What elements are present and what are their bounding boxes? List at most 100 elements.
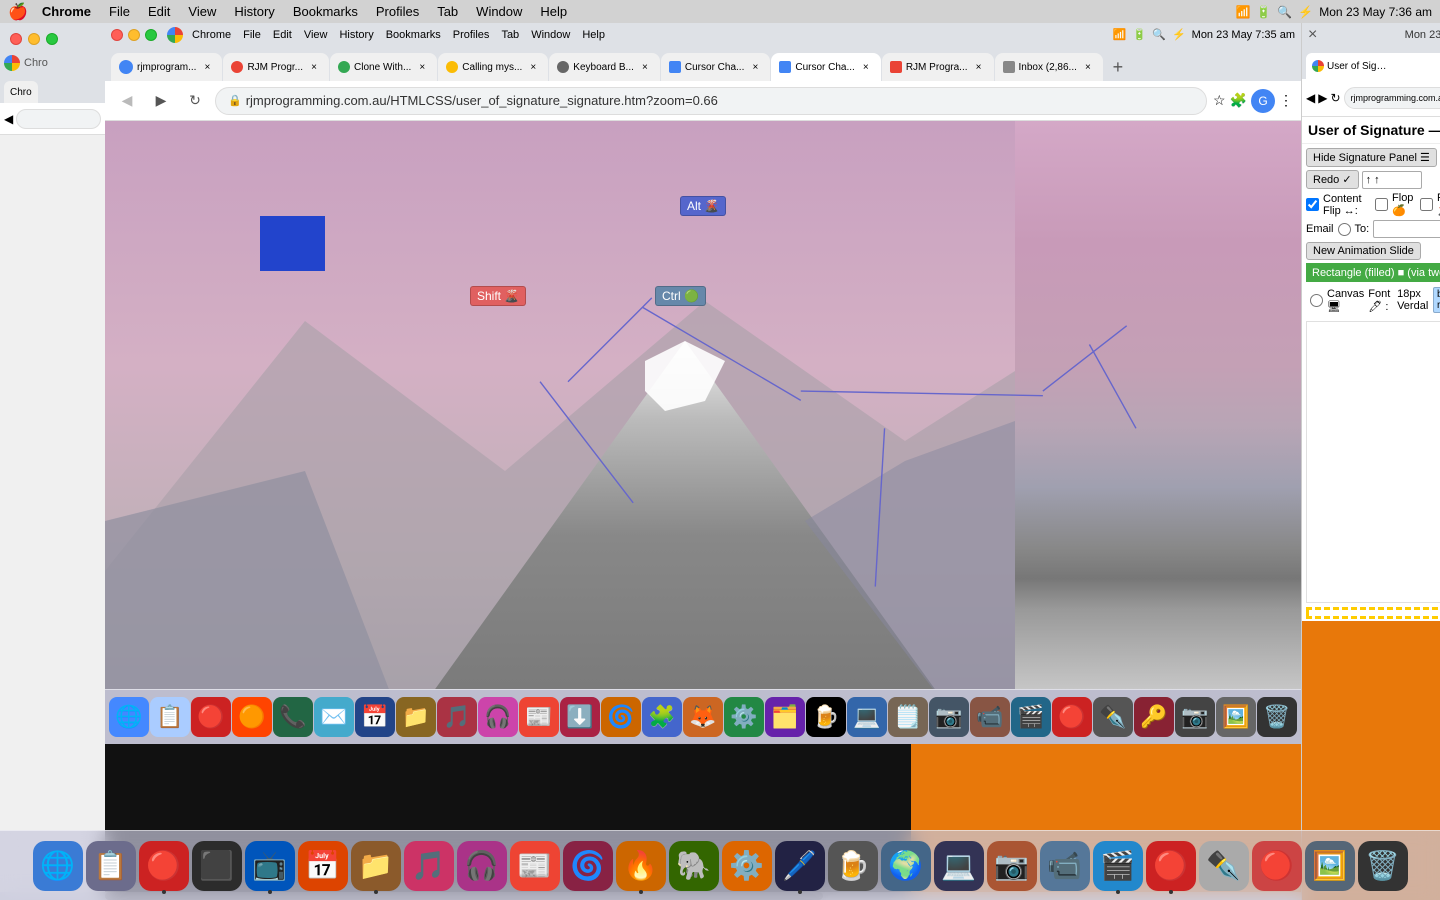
rp-tab-active[interactable]: User of Sig… × bbox=[1306, 53, 1440, 79]
rp-url-bar[interactable]: rjmprogramming.com.au/HTMLCSS/body_mouse… bbox=[1344, 87, 1440, 109]
os-search-icon[interactable]: 🔍 bbox=[1152, 28, 1166, 41]
rp-fwd-btn[interactable]: ▶ bbox=[1318, 91, 1327, 105]
dock-rjm-app[interactable]: 🌍 bbox=[881, 841, 931, 891]
forward-button[interactable]: ▶ bbox=[147, 87, 175, 115]
dock-podcast[interactable]: 🎧 bbox=[478, 697, 518, 737]
dock-news[interactable]: 📰 bbox=[519, 697, 559, 737]
dock-black-app[interactable]: ⬛ bbox=[192, 841, 242, 891]
dock-vid[interactable]: 📹 bbox=[970, 697, 1010, 737]
wifi-icon[interactable]: 📶 bbox=[1235, 5, 1250, 19]
battery-icon[interactable]: 🔋 bbox=[1256, 5, 1271, 19]
dock-settings[interactable]: 🌀 bbox=[601, 697, 641, 737]
dock-filezilla-app[interactable]: ⚙️ bbox=[722, 841, 772, 891]
tab-5-close[interactable]: × bbox=[748, 60, 762, 74]
tab-7[interactable]: RJM Progra... × bbox=[882, 53, 994, 81]
dock-write-app[interactable]: ✒️ bbox=[1199, 841, 1249, 891]
close-btn-left[interactable] bbox=[10, 33, 22, 45]
tab-3-close[interactable]: × bbox=[526, 60, 540, 74]
dock-music-app[interactable]: 🎵 bbox=[404, 841, 454, 891]
dock-pen[interactable]: ✒️ bbox=[1093, 697, 1133, 737]
email-to-input[interactable] bbox=[1373, 220, 1440, 238]
dock-rjm2-app[interactable]: 🔴 bbox=[1252, 841, 1302, 891]
menubar-tab[interactable]: Tab bbox=[429, 0, 466, 23]
menu-icon[interactable]: ⋮ bbox=[1279, 92, 1293, 109]
dock-finder-app[interactable]: 🌐 bbox=[33, 841, 83, 891]
os-menu-view[interactable]: View bbox=[299, 29, 333, 41]
apple-menu[interactable]: 🍎 bbox=[8, 2, 28, 22]
tab-6-close[interactable]: × bbox=[859, 60, 873, 74]
new-tab-btn[interactable]: + bbox=[1104, 53, 1132, 81]
dock-beer-app[interactable]: 🍺 bbox=[828, 841, 878, 891]
dock-trash-app[interactable]: 🗑️ bbox=[1358, 841, 1408, 891]
dock-capture[interactable]: 📷 bbox=[1175, 697, 1215, 737]
tab-4-close[interactable]: × bbox=[638, 60, 652, 74]
content-flip-cb[interactable] bbox=[1306, 198, 1319, 211]
reload-button[interactable]: ↻ bbox=[181, 87, 209, 115]
dock-news-app[interactable]: 📰 bbox=[510, 841, 560, 891]
dock-beer[interactable]: 🍺 bbox=[806, 697, 846, 737]
dock-term[interactable]: 💻 bbox=[847, 697, 887, 737]
dock-g[interactable]: ⚙️ bbox=[724, 697, 764, 737]
dock-red-app[interactable]: 🔴 bbox=[139, 841, 189, 891]
flop-cb[interactable] bbox=[1375, 198, 1388, 211]
os-menu-window[interactable]: Window bbox=[526, 29, 575, 41]
dock-fox[interactable]: 🦊 bbox=[683, 697, 723, 737]
email-radio[interactable] bbox=[1338, 223, 1351, 236]
menubar-edit[interactable]: Edit bbox=[140, 0, 178, 23]
tab-1[interactable]: RJM Progr... × bbox=[223, 53, 329, 81]
left-url-bar[interactable] bbox=[16, 109, 101, 129]
dock-prev[interactable]: 🖼️ bbox=[1216, 697, 1256, 737]
redo-btn[interactable]: Redo ✓ bbox=[1306, 170, 1359, 189]
canvas-radio[interactable] bbox=[1310, 294, 1323, 307]
dock-trash[interactable]: 🗑️ bbox=[1257, 697, 1297, 737]
dock-fire-app[interactable]: 🔥 bbox=[616, 841, 666, 891]
left-tab[interactable]: Chro bbox=[4, 81, 38, 103]
left-back-btn[interactable]: ◀ bbox=[4, 112, 13, 126]
dock-podcast-app[interactable]: 🎧 bbox=[457, 841, 507, 891]
dock-green2[interactable]: 📞 bbox=[273, 697, 313, 737]
dock-filezilla[interactable]: 🗂️ bbox=[765, 697, 805, 737]
os-menu-history[interactable]: History bbox=[334, 29, 378, 41]
tab-1-close[interactable]: × bbox=[307, 60, 321, 74]
search-icon[interactable]: 🔍 bbox=[1277, 5, 1292, 19]
os-menu-file[interactable]: File bbox=[238, 29, 266, 41]
tab-5[interactable]: Cursor Cha... × bbox=[661, 53, 770, 81]
tab-0[interactable]: rjmprogram... × bbox=[111, 53, 222, 81]
dock-notes[interactable]: 🗒️ bbox=[888, 697, 928, 737]
os-menu-tab[interactable]: Tab bbox=[496, 29, 524, 41]
tab-3[interactable]: Calling mys... × bbox=[438, 53, 548, 81]
menubar-history[interactable]: History bbox=[226, 0, 282, 23]
tab-6[interactable]: Cursor Cha... × bbox=[771, 53, 880, 81]
os-menu-edit[interactable]: Edit bbox=[268, 29, 297, 41]
tab-8[interactable]: Inbox (2,86... × bbox=[995, 53, 1103, 81]
dock-ext[interactable]: 🧩 bbox=[642, 697, 682, 737]
dock-store-app[interactable]: 🌀 bbox=[563, 841, 613, 891]
dock-folder[interactable]: 📁 bbox=[396, 697, 436, 737]
dock-preview-app[interactable]: 🖼️ bbox=[1305, 841, 1355, 891]
tab-2[interactable]: Clone With... × bbox=[330, 53, 437, 81]
dock-term-app[interactable]: 💻 bbox=[934, 841, 984, 891]
hide-sig-panel-btn[interactable]: Hide Signature Panel ☰ bbox=[1306, 148, 1437, 167]
tab-0-close[interactable]: × bbox=[200, 60, 214, 74]
siri-icon[interactable]: ⚡ bbox=[1298, 5, 1313, 19]
dock-music[interactable]: 🎵 bbox=[437, 697, 477, 737]
dock-pw[interactable]: 🔑 bbox=[1134, 697, 1174, 737]
dock-launchpad[interactable]: 📋 bbox=[150, 697, 190, 737]
profile-icon[interactable]: G bbox=[1251, 89, 1275, 113]
maximize-btn[interactable] bbox=[145, 29, 157, 41]
tab-4[interactable]: Keyboard B... × bbox=[549, 53, 660, 81]
dock-finder[interactable]: 🌐 bbox=[109, 697, 149, 737]
dock-blue2[interactable]: ✉️ bbox=[314, 697, 354, 737]
menubar-window[interactable]: Window bbox=[468, 0, 530, 23]
menubar-profiles[interactable]: Profiles bbox=[368, 0, 427, 23]
tab-2-close[interactable]: × bbox=[415, 60, 429, 74]
menubar-help[interactable]: Help bbox=[532, 0, 575, 23]
dock-calendar[interactable]: 📅 bbox=[355, 697, 395, 737]
dock-red[interactable]: 🔴 bbox=[191, 697, 231, 737]
dock-php-app[interactable]: 🐘 bbox=[669, 841, 719, 891]
os-menu-help[interactable]: Help bbox=[577, 29, 610, 41]
dock-chrome-app[interactable]: 🔴 bbox=[1146, 841, 1196, 891]
redo-input[interactable] bbox=[1362, 171, 1422, 189]
os-menu-chrome[interactable]: Chrome bbox=[187, 29, 236, 41]
menubar-view[interactable]: View bbox=[180, 0, 224, 23]
